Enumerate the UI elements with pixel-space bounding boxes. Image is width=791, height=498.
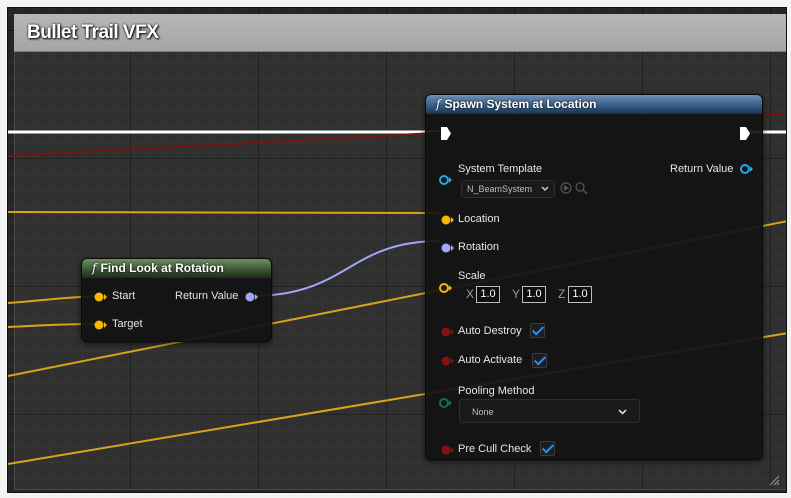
rotation-label: Rotation — [458, 241, 499, 253]
auto-activate-checkbox[interactable] — [532, 353, 547, 368]
pooling-method-label: Pooling Method — [458, 385, 535, 397]
return-value-label: Return Value — [670, 163, 734, 175]
system-template-pin-icon[interactable] — [439, 174, 453, 186]
pooling-method-value: None — [472, 407, 494, 417]
system-template-value: N_BeamSystem — [467, 184, 533, 194]
exec-in-pin-icon[interactable] — [441, 127, 451, 140]
browse-asset-icons[interactable] — [560, 181, 590, 195]
spawn-system-title: Spawn System at Location — [444, 97, 597, 111]
system-template-label: System Template — [458, 163, 543, 175]
find-look-at-rotation-node[interactable]: f Find Look at Rotation Start Target Retu… — [81, 258, 272, 342]
rotation-pin-icon[interactable] — [441, 242, 455, 254]
auto-destroy-pin-icon[interactable] — [441, 326, 455, 338]
scale-label: Scale — [458, 270, 486, 282]
return-value-label: Return Value — [175, 290, 239, 302]
auto-destroy-checkbox[interactable] — [530, 323, 545, 338]
spawn-system-node[interactable]: f Spawn System at Location System Templat… — [425, 94, 763, 460]
pre-cull-check-pin-icon[interactable] — [441, 444, 455, 456]
chevron-down-icon — [618, 409, 627, 415]
function-icon: f — [92, 261, 97, 275]
spawn-system-header[interactable]: f Spawn System at Location — [426, 95, 762, 114]
scale-z-axis-label: Z — [558, 287, 566, 301]
start-pin-icon[interactable] — [94, 291, 108, 303]
blueprint-graph-frame: Bullet Trail VFX f Find Look at Rotation … — [7, 7, 787, 493]
find-look-at-rotation-title: Find Look at Rotation — [100, 261, 224, 275]
comment-resize-handle[interactable] — [768, 474, 780, 486]
scale-x-axis-label: X — [466, 287, 475, 301]
start-pin-label: Start — [112, 290, 136, 302]
target-pin-label: Target — [112, 318, 143, 330]
location-pin-icon[interactable] — [441, 214, 455, 226]
scale-x-input[interactable]: 1.0 — [476, 286, 500, 303]
scale-y-input[interactable]: 1.0 — [522, 286, 546, 303]
system-template-dropdown[interactable]: N_BeamSystem — [461, 180, 555, 198]
auto-destroy-label: Auto Destroy — [458, 325, 522, 337]
pooling-method-pin-icon[interactable] — [439, 397, 453, 409]
auto-activate-label: Auto Activate — [458, 354, 523, 366]
pre-cull-check-label: Pre Cull Check — [458, 443, 532, 455]
exec-out-pin-icon[interactable] — [740, 127, 750, 140]
pre-cull-check-checkbox[interactable] — [540, 441, 555, 456]
function-icon: f — [436, 97, 441, 111]
location-label: Location — [458, 213, 500, 225]
rotation-output-pin-icon[interactable] — [245, 291, 259, 303]
location-wire[interactable] — [8, 211, 441, 214]
find-look-at-rotation-header[interactable]: f Find Look at Rotation — [82, 259, 271, 278]
target-pin-icon[interactable] — [94, 319, 108, 331]
scale-pin-icon[interactable] — [439, 282, 453, 294]
pooling-method-dropdown[interactable]: None — [459, 399, 640, 423]
chevron-down-icon — [541, 186, 549, 192]
rotation-wire[interactable] — [250, 240, 441, 297]
scale-z-input[interactable]: 1.0 — [568, 286, 592, 303]
return-value-pin-icon[interactable] — [740, 163, 754, 175]
scale-y-axis-label: Y — [512, 287, 521, 301]
auto-activate-pin-icon[interactable] — [441, 355, 455, 367]
